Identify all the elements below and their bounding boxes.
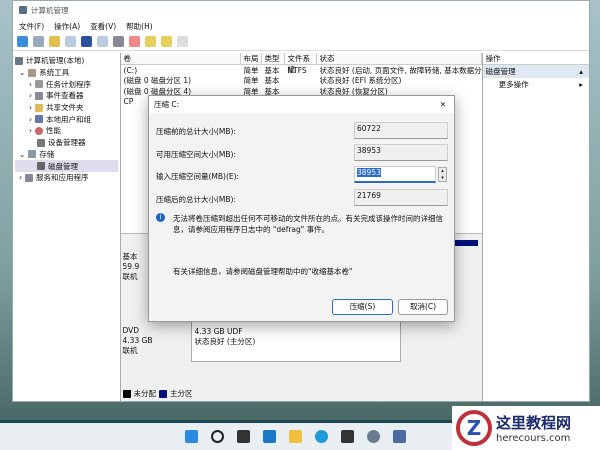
actions-pane: 操作 磁盘管理 ▴ 更多操作 ▸ bbox=[482, 53, 589, 401]
total-before-value: 60722 bbox=[354, 122, 448, 139]
tree-item-device-manager[interactable]: 设备管理器 bbox=[15, 137, 118, 149]
col-volume[interactable]: 卷 bbox=[121, 53, 241, 64]
table-row[interactable]: (磁盘 0 磁盘分区 1) 简单 基本 状态良好 (EFI 系统分区) bbox=[121, 76, 482, 87]
col-layout[interactable]: 布局 bbox=[241, 53, 262, 64]
tree-item-shared-folders[interactable]: › 共享文件夹 bbox=[15, 102, 118, 114]
settings-icon[interactable] bbox=[366, 430, 380, 443]
menu-view[interactable]: 查看(V) bbox=[90, 21, 116, 32]
actions-header: 操作 bbox=[482, 53, 589, 65]
legend: 未分配 主分区 bbox=[122, 388, 193, 399]
tree-item-services-apps[interactable]: › 服务和应用程序 bbox=[15, 172, 118, 184]
cdrom-partition[interactable]: 4.33 GB UDF 状态良好 (主分区) bbox=[190, 316, 401, 362]
help-icon[interactable] bbox=[81, 36, 92, 47]
file-explorer-icon[interactable] bbox=[288, 430, 302, 443]
up-folder-icon[interactable] bbox=[49, 36, 60, 47]
dialog-title: 压缩 C: bbox=[154, 100, 180, 109]
more-actions[interactable]: 更多操作 ▸ bbox=[483, 78, 589, 91]
menu-help[interactable]: 帮助(H) bbox=[126, 21, 153, 32]
watermark-logo-icon: Z bbox=[456, 410, 492, 446]
edge-icon[interactable] bbox=[314, 430, 328, 443]
connect-icon[interactable] bbox=[113, 36, 124, 47]
shrink-amount-label: 输入压缩空间量(MB)(E): bbox=[156, 172, 240, 181]
shrink-dialog: 压缩 C: ✕ 压缩前的总计大小(MB): 60722 可用压缩空间大小(MB):… bbox=[148, 95, 455, 322]
shrink-amount-input[interactable]: 38953 bbox=[354, 166, 436, 183]
cancel-button[interactable]: 取消(C) bbox=[398, 299, 448, 315]
check-icon[interactable] bbox=[129, 36, 140, 47]
window-title: 计算机管理 bbox=[31, 5, 69, 15]
navigation-tree: 计算机管理(本地) ⌄ 系统工具 › 任务计划程序 › 事件查看器 › 共享文件… bbox=[13, 53, 121, 401]
menu-bar: 文件(F) 操作(A) 查看(V) 帮助(H) bbox=[13, 19, 589, 33]
tree-item-task-scheduler[interactable]: › 任务计划程序 bbox=[15, 78, 118, 90]
search-icon[interactable] bbox=[210, 430, 224, 443]
tree-item-computer-management[interactable]: 计算机管理(本地) bbox=[15, 55, 118, 67]
available-label: 可用压缩空间大小(MB): bbox=[156, 150, 236, 159]
info-icon: i bbox=[156, 213, 165, 222]
store-icon[interactable] bbox=[340, 430, 354, 443]
cdrom-info: DVD 4.33 GB 联机 bbox=[122, 326, 153, 355]
start-icon[interactable] bbox=[184, 430, 198, 443]
back-icon[interactable] bbox=[17, 36, 28, 47]
tree-item-disk-management[interactable]: 磁盘管理 bbox=[15, 160, 118, 172]
watermark: Z 这里教程网 herecours.com bbox=[452, 406, 600, 450]
col-type[interactable]: 类型 bbox=[262, 53, 285, 64]
tree-item-event-viewer[interactable]: › 事件查看器 bbox=[15, 90, 118, 102]
menu-action[interactable]: 操作(A) bbox=[54, 21, 80, 32]
show-hide-tree-icon[interactable] bbox=[65, 36, 76, 47]
list-icon[interactable] bbox=[177, 36, 188, 47]
total-after-label: 压缩后的总计大小(MB): bbox=[156, 195, 236, 204]
tree-item-storage[interactable]: ⌄ 存储 bbox=[15, 149, 118, 161]
title-bar: 计算机管理 bbox=[13, 1, 589, 19]
volume-table-header: 卷 布局 类型 文件系统 状态 bbox=[120, 53, 482, 74]
partition-bar bbox=[452, 240, 478, 246]
task-view-icon[interactable] bbox=[236, 430, 250, 443]
total-before-label: 压缩前的总计大小(MB): bbox=[156, 127, 236, 136]
computer-management-taskbar-icon[interactable] bbox=[392, 430, 406, 443]
available-value: 38953 bbox=[354, 144, 448, 161]
shrink-button[interactable]: 压缩(S) bbox=[332, 299, 393, 315]
tree-item-performance[interactable]: › 性能 bbox=[15, 125, 118, 137]
folder-search-icon[interactable] bbox=[161, 36, 172, 47]
actions-section-disk-management[interactable]: 磁盘管理 ▴ bbox=[482, 65, 589, 78]
watermark-name: 这里教程网 bbox=[496, 414, 572, 432]
tree-item-local-users[interactable]: › 本地用户和组 bbox=[15, 113, 118, 125]
folder-up-icon[interactable] bbox=[145, 36, 156, 47]
table-row[interactable]: (C:) 简单 基本 NTFS 状态良好 (启动, 页面文件, 故障转储, 基本数据分 bbox=[121, 65, 482, 76]
tree-item-system-tools[interactable]: ⌄ 系统工具 bbox=[15, 67, 118, 79]
menu-file[interactable]: 文件(F) bbox=[19, 21, 44, 32]
spin-buttons[interactable]: ▴ ▾ bbox=[438, 167, 447, 182]
close-icon[interactable]: ✕ bbox=[440, 100, 446, 109]
widgets-icon[interactable] bbox=[262, 430, 276, 443]
watermark-url: herecours.com bbox=[496, 433, 571, 444]
info-text: 无法将卷压缩到超出任何不可移动的文件所在的点。有关完成该操作时间的详细信息，请参… bbox=[173, 214, 443, 234]
help-text: 有关详细信息，请参阅磁盘管理帮助中的"收缩基本卷" bbox=[173, 267, 353, 276]
app-icon bbox=[19, 6, 27, 14]
forward-icon[interactable] bbox=[33, 36, 44, 47]
col-filesystem[interactable]: 文件系统 bbox=[285, 53, 317, 74]
col-status[interactable]: 状态 bbox=[317, 53, 482, 64]
properties-icon[interactable] bbox=[97, 36, 108, 47]
toolbar bbox=[13, 33, 589, 51]
total-after-value: 21769 bbox=[354, 189, 448, 206]
